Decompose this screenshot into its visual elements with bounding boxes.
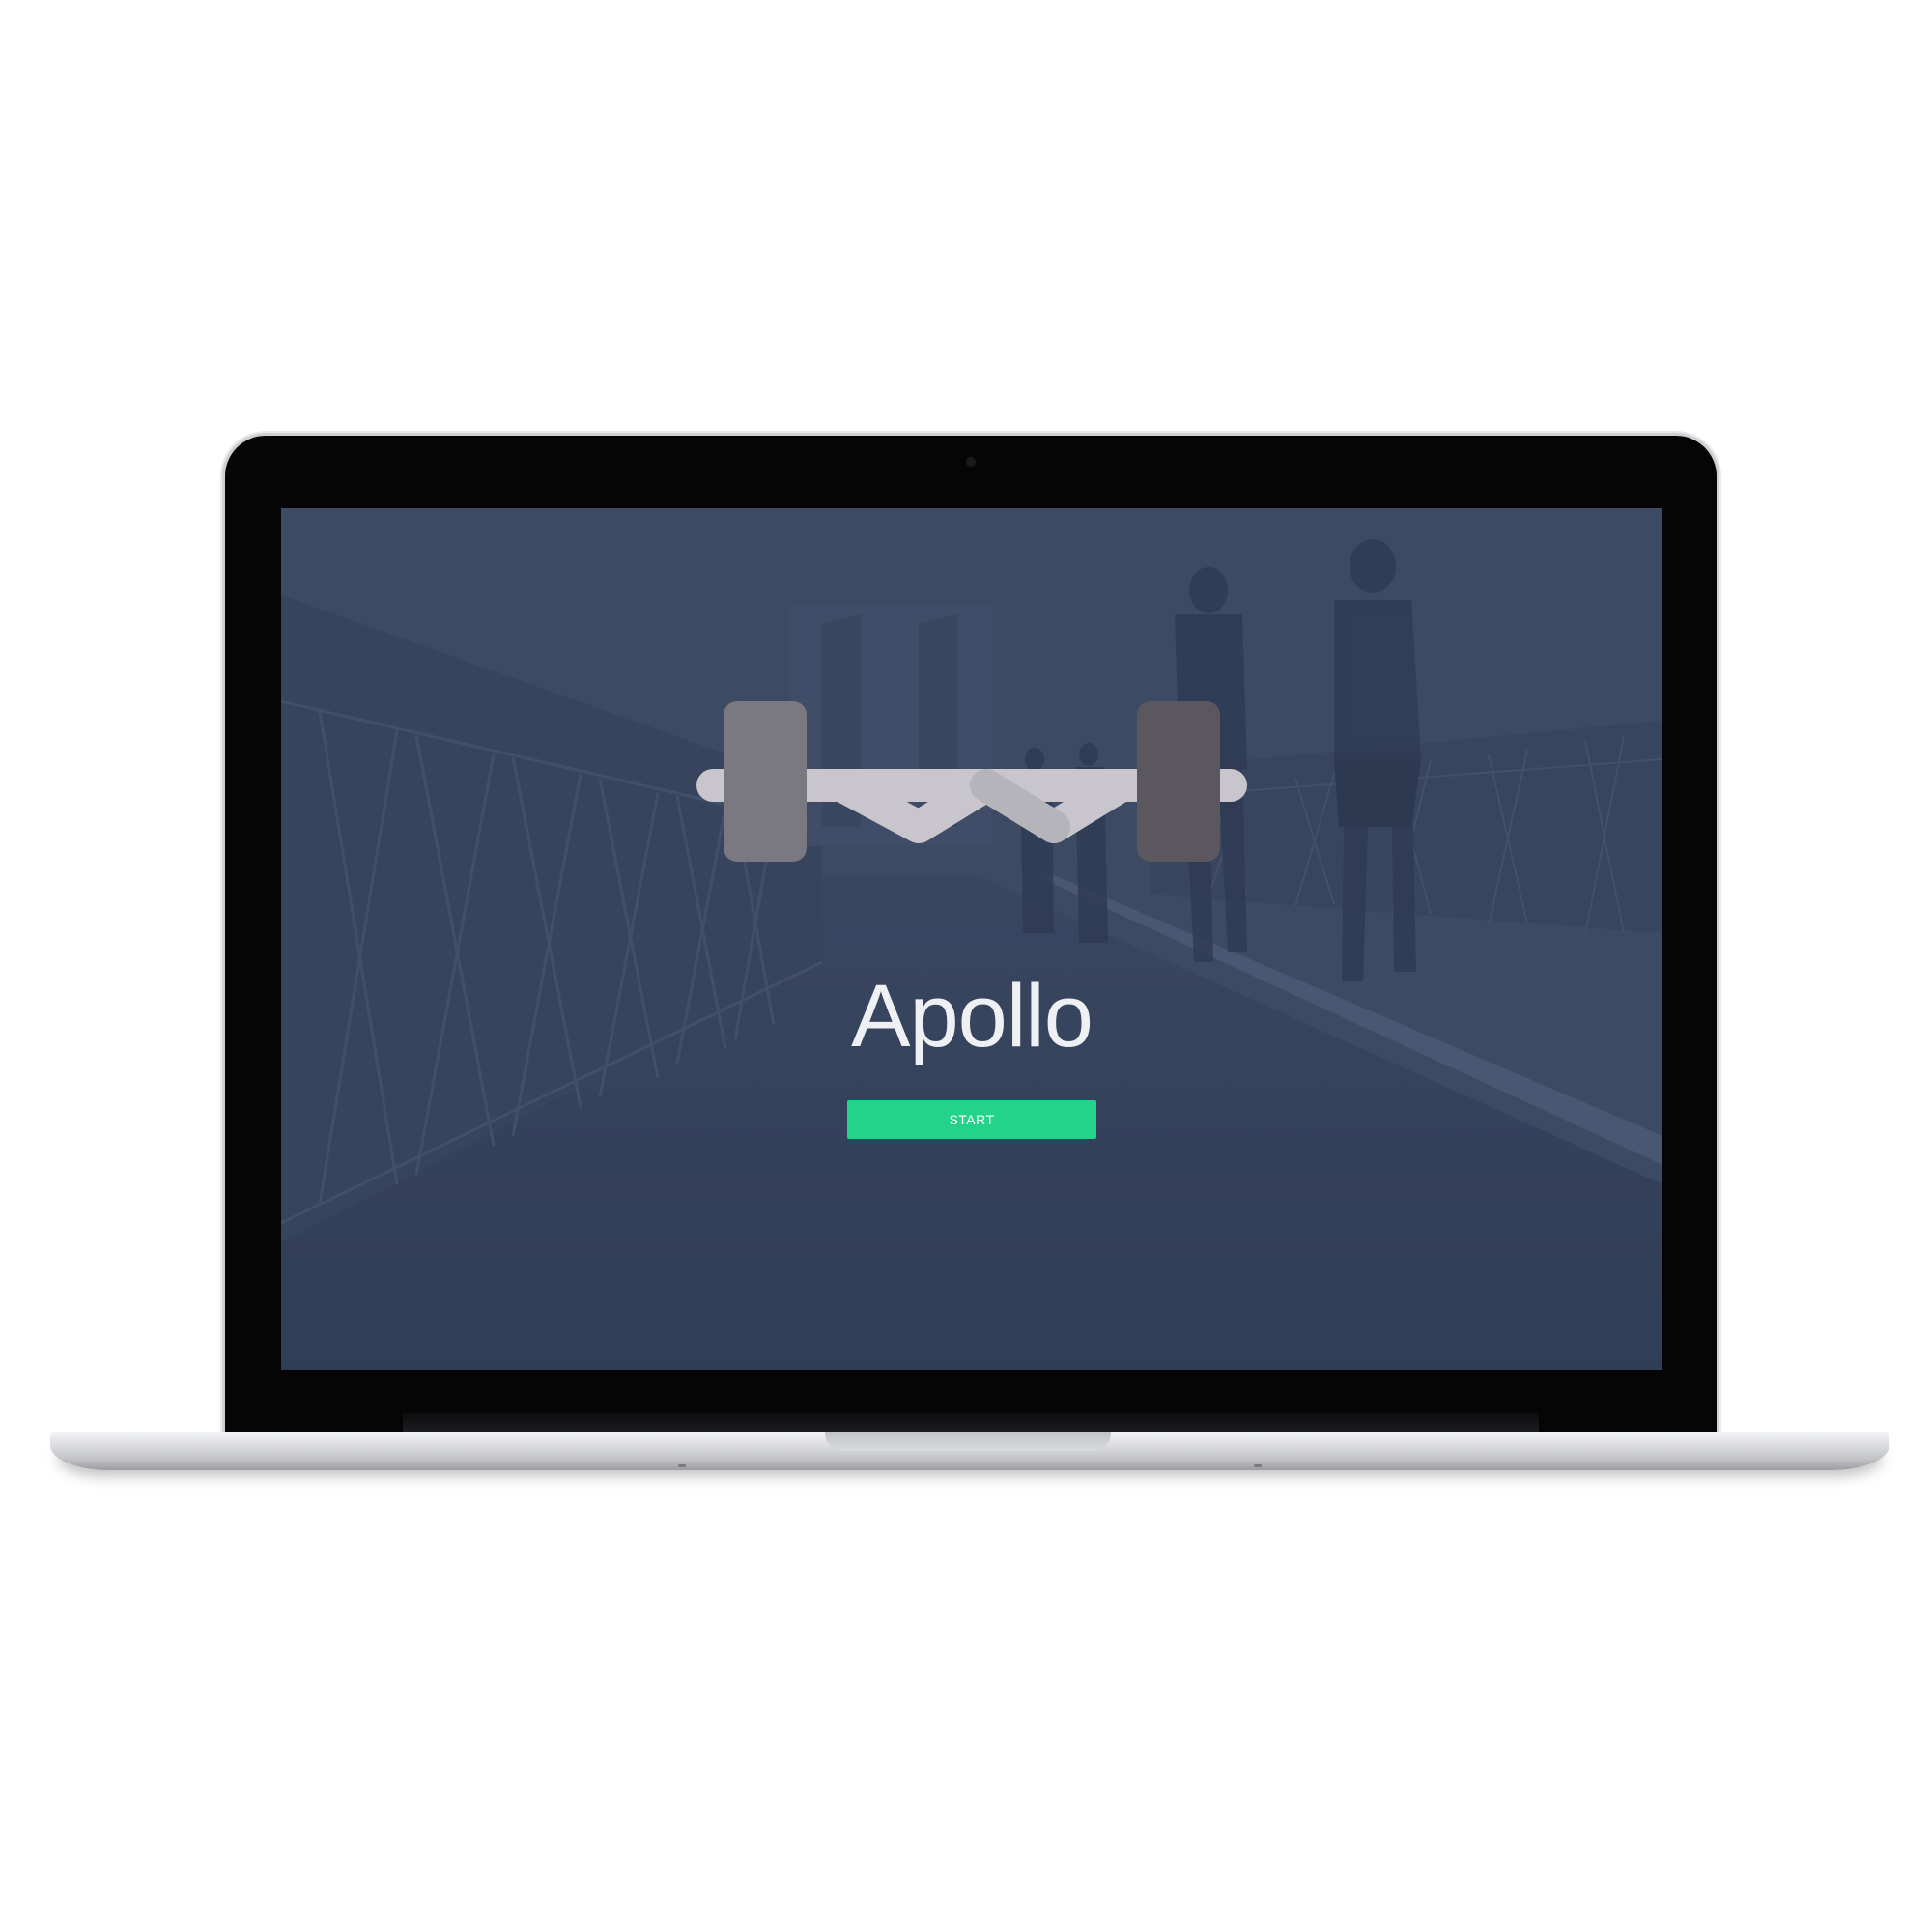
start-button[interactable]: START — [847, 1100, 1096, 1139]
base-foot — [678, 1464, 686, 1467]
lid-opening-notch — [825, 1432, 1111, 1451]
barbell-icon — [696, 701, 1247, 862]
base-foot — [1254, 1464, 1262, 1467]
app-title: Apollo — [851, 967, 1094, 1065]
camera-icon — [966, 457, 976, 467]
laptop-base — [50, 1432, 1889, 1470]
app-screen: Apollo START — [281, 508, 1662, 1370]
splash-content: Apollo START — [281, 508, 1662, 1370]
laptop-mockup: Apollo START — [0, 0, 1932, 1932]
laptop-lid: Apollo START — [225, 436, 1717, 1445]
